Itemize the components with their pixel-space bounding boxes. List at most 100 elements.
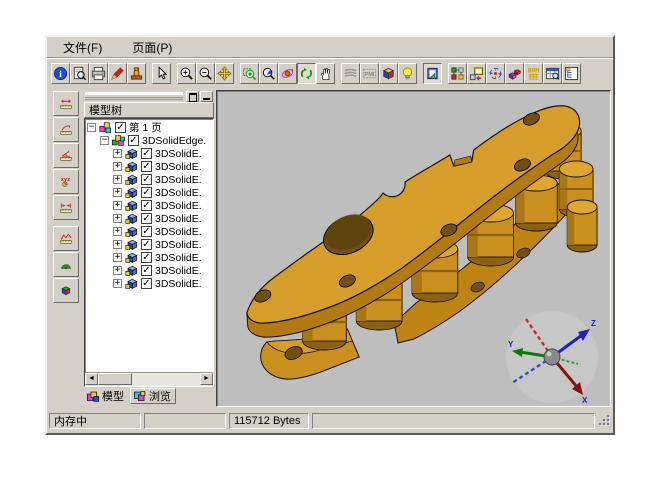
toolbar-button-print[interactable] bbox=[89, 63, 108, 84]
pan-icon bbox=[217, 66, 232, 81]
tab-model[interactable]: 模型 bbox=[84, 388, 128, 404]
tree-node-solid[interactable]: +✓3DSolidE. bbox=[85, 251, 213, 264]
toolbar-button-explode[interactable] bbox=[505, 63, 524, 84]
scrollbar-track[interactable] bbox=[132, 373, 200, 386]
tree-horizontal-scrollbar[interactable]: ◄ ► bbox=[85, 372, 213, 386]
visibility-checkbox[interactable]: ✓ bbox=[141, 252, 152, 263]
toolbar-button-notebook[interactable] bbox=[423, 63, 442, 84]
panel-hide-button[interactable] bbox=[200, 91, 213, 102]
view-3d-icon bbox=[381, 66, 396, 81]
visibility-checkbox[interactable]: ✓ bbox=[128, 135, 139, 146]
expand-toggle-icon[interactable]: − bbox=[100, 136, 109, 145]
visibility-checkbox[interactable]: ✓ bbox=[141, 161, 152, 172]
toolbar-button-measure-polyline[interactable] bbox=[53, 226, 79, 251]
visibility-checkbox[interactable]: ✓ bbox=[141, 278, 152, 289]
expand-toggle-icon[interactable]: − bbox=[87, 123, 96, 132]
expand-toggle-icon[interactable]: + bbox=[113, 162, 122, 171]
toolbar-button-rotate-center[interactable] bbox=[486, 63, 505, 84]
toolbar-button-layers[interactable] bbox=[341, 63, 360, 84]
panel-gripper[interactable] bbox=[84, 90, 214, 102]
node-cube-icon bbox=[124, 147, 139, 161]
tree-node-solid[interactable]: +✓3DSolidE. bbox=[85, 173, 213, 186]
tree-node-solid[interactable]: +✓3DSolidE. bbox=[85, 264, 213, 277]
scroll-right-arrow-icon[interactable]: ► bbox=[200, 373, 213, 385]
toolbar-button-zoom-out[interactable] bbox=[196, 63, 215, 84]
scrollbar-thumb[interactable] bbox=[98, 373, 132, 385]
expand-toggle-icon[interactable]: + bbox=[113, 253, 122, 262]
expand-toggle-icon[interactable]: + bbox=[113, 240, 122, 249]
visibility-checkbox[interactable]: ✓ bbox=[141, 213, 152, 224]
toolbar-button-measure-gap[interactable] bbox=[53, 195, 79, 220]
visibility-checkbox[interactable]: ✓ bbox=[141, 148, 152, 159]
visibility-checkbox[interactable]: ✓ bbox=[115, 122, 126, 133]
node-label: 3DSolidEdge. bbox=[142, 135, 206, 147]
toolbar-button-view-3d[interactable] bbox=[379, 63, 398, 84]
toolbar-button-bom[interactable]: BOM bbox=[524, 63, 543, 84]
print-icon bbox=[91, 66, 106, 81]
toolbar-button-export-image[interactable] bbox=[467, 63, 486, 84]
tab-browse[interactable]: 浏览 bbox=[130, 388, 176, 404]
panel-float-button[interactable] bbox=[186, 91, 199, 102]
expand-toggle-icon[interactable]: + bbox=[113, 175, 122, 184]
toolbar-button-select[interactable] bbox=[152, 63, 171, 84]
node-icon bbox=[124, 277, 139, 291]
gripper-handle[interactable] bbox=[85, 92, 183, 100]
toolbar-button-measure-radius[interactable] bbox=[53, 117, 79, 142]
toolbar-button-rotate-view[interactable] bbox=[278, 63, 297, 84]
menu-file[interactable]: 文件(F) bbox=[61, 38, 104, 57]
toolbar-button-light[interactable] bbox=[398, 63, 417, 84]
notebook-icon bbox=[425, 66, 440, 81]
toolbar-button-measure-area[interactable] bbox=[53, 252, 79, 277]
tree-node-solid[interactable]: +✓3DSolidE. bbox=[85, 212, 213, 225]
expand-toggle-icon[interactable]: + bbox=[113, 149, 122, 158]
select-icon bbox=[154, 66, 169, 81]
toolbar-button-structure-tree[interactable] bbox=[562, 63, 581, 84]
toolbar-button-assembly[interactable] bbox=[448, 63, 467, 84]
toolbar-button-measure-angle[interactable] bbox=[53, 143, 79, 168]
model-tree: −✓第 1 页−✓3DSolidEdge.+✓3DSolidE.+✓3DSoli… bbox=[84, 118, 214, 387]
expand-toggle-icon[interactable]: + bbox=[113, 201, 122, 210]
tree-node-solid[interactable]: +✓3DSolidE. bbox=[85, 199, 213, 212]
toolbar-button-hand-pan[interactable] bbox=[316, 63, 335, 84]
toolbar-button-zoom-in[interactable] bbox=[177, 63, 196, 84]
tree-node-assembly[interactable]: − ✓3DSolidEdge. bbox=[85, 134, 213, 147]
toolbar-button-stamp[interactable] bbox=[127, 63, 146, 84]
toolbar-button-spin[interactable] bbox=[297, 63, 316, 84]
3d-viewport[interactable]: Z X Y bbox=[216, 90, 611, 407]
toolbar-button-measure-volume[interactable] bbox=[53, 278, 79, 303]
visibility-checkbox[interactable]: ✓ bbox=[141, 226, 152, 237]
tree-node-solid[interactable]: +✓3DSolidE. bbox=[85, 147, 213, 160]
toolbar-button-print-preview[interactable] bbox=[70, 63, 89, 84]
tree-node-solid[interactable]: +✓3DSolidE. bbox=[85, 186, 213, 199]
toolbar-button-measure-coordinate[interactable]: xyz bbox=[53, 169, 79, 194]
expand-toggle-icon[interactable]: + bbox=[113, 279, 122, 288]
toolbar-button-zoom-select[interactable] bbox=[259, 63, 278, 84]
tree-node-solid[interactable]: +✓3DSolidE. bbox=[85, 277, 213, 290]
export-image-icon bbox=[469, 66, 484, 81]
expand-toggle-icon[interactable]: + bbox=[113, 227, 122, 236]
toolbar-button-pan[interactable] bbox=[215, 63, 234, 84]
tree-node-solid[interactable]: +✓3DSolidE. bbox=[85, 160, 213, 173]
visibility-checkbox[interactable]: ✓ bbox=[141, 265, 152, 276]
orientation-trackball[interactable]: Z X Y bbox=[504, 309, 600, 405]
expand-toggle-icon[interactable]: + bbox=[113, 188, 122, 197]
visibility-checkbox[interactable]: ✓ bbox=[141, 239, 152, 250]
visibility-checkbox[interactable]: ✓ bbox=[141, 174, 152, 185]
toolbar-button-annotate-pen[interactable] bbox=[108, 63, 127, 84]
visibility-checkbox[interactable]: ✓ bbox=[141, 187, 152, 198]
tree-node-solid[interactable]: +✓3DSolidE. bbox=[85, 238, 213, 251]
expand-toggle-icon[interactable]: + bbox=[113, 266, 122, 275]
toolbar-button-measure-distance[interactable] bbox=[53, 91, 79, 116]
toolbar-button-pmi[interactable]: PMI bbox=[360, 63, 379, 84]
toolbar-button-info[interactable]: i bbox=[51, 63, 70, 84]
scroll-left-arrow-icon[interactable]: ◄ bbox=[85, 373, 98, 385]
node-cube-icon bbox=[124, 212, 139, 226]
resize-grip[interactable] bbox=[598, 414, 611, 427]
toolbar-button-zoom-window[interactable] bbox=[240, 63, 259, 84]
tree-node-page[interactable]: −✓第 1 页 bbox=[85, 121, 213, 134]
tree-node-solid[interactable]: +✓3DSolidE. bbox=[85, 225, 213, 238]
visibility-checkbox[interactable]: ✓ bbox=[141, 200, 152, 211]
expand-toggle-icon[interactable]: + bbox=[113, 214, 122, 223]
toolbar-button-report-table[interactable] bbox=[543, 63, 562, 84]
menu-page[interactable]: 页面(P) bbox=[130, 38, 174, 57]
